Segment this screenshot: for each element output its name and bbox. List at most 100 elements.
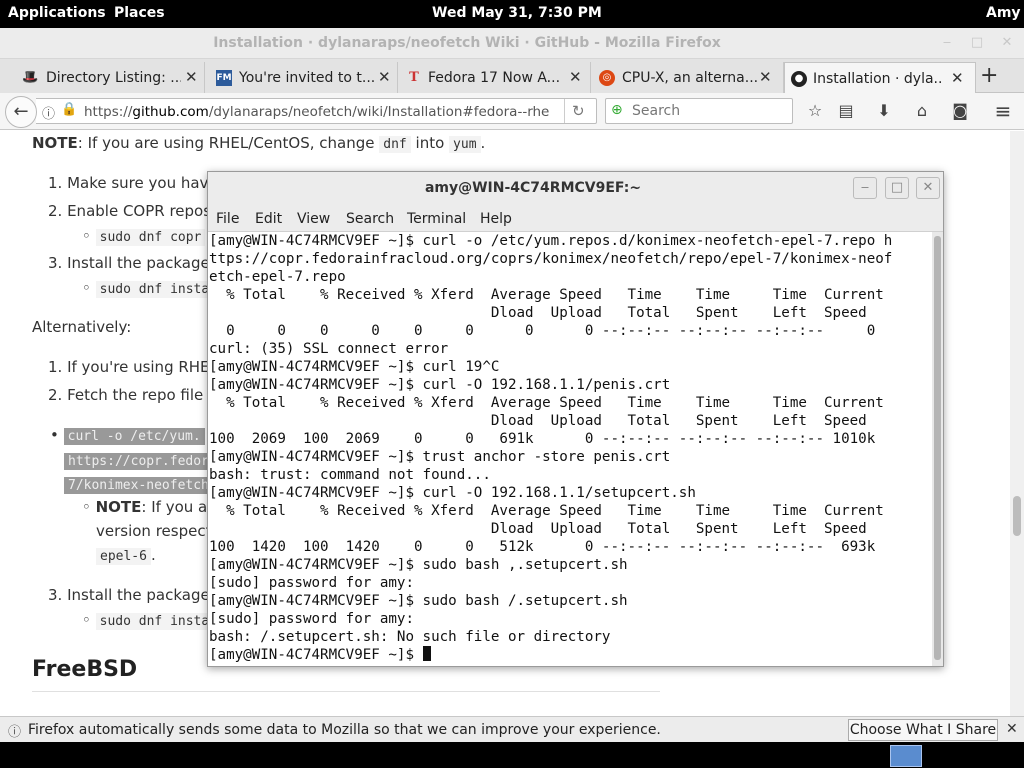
terminal-line: ttps://copr.fedorainfracloud.org/coprs/k… bbox=[209, 251, 893, 267]
tab-close-icon[interactable]: ✕ bbox=[185, 68, 198, 86]
tab-label: Directory Listing: ... bbox=[46, 70, 181, 86]
terminal-titlebar[interactable]: amy@WIN-4C74RMCV9EF:~ ‒ □ ✕ bbox=[208, 172, 943, 206]
search-icon: ⊕ bbox=[611, 102, 623, 118]
menu-terminal[interactable]: Terminal bbox=[407, 211, 466, 227]
terminal-line: 100 1420 100 1420 0 0 512k 0 --:--:-- --… bbox=[209, 539, 876, 555]
reload-icon[interactable]: ↻ bbox=[572, 102, 585, 120]
close-icon[interactable]: ✕ bbox=[998, 35, 1016, 51]
terminal-line: % Total % Received % Xferd Average Speed… bbox=[209, 395, 884, 411]
terminal-scrollbar[interactable] bbox=[932, 232, 943, 666]
places-menu[interactable]: Places bbox=[114, 5, 165, 21]
terminal-line: 0 0 0 0 0 0 0 0 --:--:-- --:--:-- --:--:… bbox=[209, 323, 876, 339]
freebsd-heading: FreeBSD bbox=[32, 657, 138, 682]
terminal-line: [amy@WIN-4C74RMCV9EF ~]$ curl -O 192.168… bbox=[209, 485, 696, 501]
clock[interactable]: Wed May 31, 7:30 PM bbox=[432, 5, 602, 21]
terminal-maximize-icon[interactable]: □ bbox=[885, 177, 909, 199]
tab-label: You're invited to t... bbox=[239, 70, 374, 86]
terminal-line: Dload Upload Total Spent Left Speed bbox=[209, 413, 867, 429]
applications-menu[interactable]: Applications bbox=[8, 5, 106, 21]
back-button[interactable]: ← bbox=[5, 96, 37, 128]
maximize-icon[interactable]: □ bbox=[968, 35, 986, 51]
terminal-line: bash: trust: command not found... bbox=[209, 467, 491, 483]
new-tab-icon[interactable]: + bbox=[980, 65, 998, 87]
menu-edit[interactable]: Edit bbox=[255, 211, 282, 227]
list-item: • curl -o /etc/yum. bbox=[50, 426, 205, 445]
tab-label: Fedora 17 Now A... bbox=[428, 70, 561, 86]
scrollbar-thumb[interactable] bbox=[934, 236, 941, 660]
tab-strip: 🎩 Directory Listing: ... ✕ FM You're inv… bbox=[0, 59, 1024, 93]
info-icon[interactable]: ⓘ bbox=[42, 103, 55, 122]
terminal-line: Dload Upload Total Spent Left Speed bbox=[209, 305, 867, 321]
search-bar[interactable]: ⊕ Search bbox=[605, 98, 793, 124]
terminal-line: 100 2069 100 2069 0 0 691k 0 --:--:-- --… bbox=[209, 431, 876, 447]
tab-installation[interactable]: ● Installation · dyla... ✕ bbox=[784, 62, 976, 93]
list-item: 2. Fetch the repo file bbox=[48, 386, 204, 404]
terminal-minimize-icon[interactable]: ‒ bbox=[853, 177, 877, 199]
fm-icon: FM bbox=[216, 70, 232, 86]
minimize-icon[interactable]: ‒ bbox=[938, 35, 956, 51]
list-item: ◦ sudo dnf insta bbox=[82, 279, 214, 298]
user-menu[interactable]: Amy bbox=[986, 5, 1021, 21]
tab-close-icon[interactable]: ✕ bbox=[951, 69, 964, 87]
terminal-line: Dload Upload Total Spent Left Speed bbox=[209, 521, 867, 537]
menu-search[interactable]: Search bbox=[346, 211, 394, 227]
reading-list-icon[interactable]: ▤ bbox=[835, 100, 857, 122]
download-icon[interactable]: ⬇ bbox=[873, 100, 895, 122]
list-item: ◦ sudo dnf copr bbox=[82, 227, 206, 246]
pocket-icon[interactable]: ◙ bbox=[949, 100, 971, 122]
tab-close-icon[interactable]: ✕ bbox=[378, 68, 391, 86]
firefox-titlebar: Installation · dylanaraps/neofetch Wiki … bbox=[0, 28, 1024, 59]
tab-cpux[interactable]: ◎ CPU-X, an alterna... ✕ bbox=[591, 62, 784, 93]
terminal-line: [amy@WIN-4C74RMCV9EF ~]$ curl -o /etc/yu… bbox=[209, 233, 893, 249]
terminal-line: % Total % Received % Xferd Average Speed… bbox=[209, 503, 884, 519]
window-title: Installation · dylanaraps/neofetch Wiki … bbox=[213, 35, 721, 51]
tab-invite[interactable]: FM You're invited to t... ✕ bbox=[205, 62, 398, 93]
terminal-line: bash: /.setupcert.sh: No such file or di… bbox=[209, 629, 611, 645]
bookmark-star-icon[interactable]: ☆ bbox=[804, 100, 826, 122]
tab-directory-listing[interactable]: 🎩 Directory Listing: ... ✕ bbox=[0, 62, 205, 93]
ubuntu-icon: ◎ bbox=[599, 70, 615, 86]
tab-fedora17[interactable]: T Fedora 17 Now A... ✕ bbox=[398, 62, 591, 93]
code-line: https://copr.fedor bbox=[64, 451, 213, 470]
terminal-cursor bbox=[422, 646, 431, 661]
list-item: epel-6. bbox=[96, 546, 156, 565]
terminal-window[interactable]: amy@WIN-4C74RMCV9EF:~ ‒ □ ✕ File Edit Vi… bbox=[207, 171, 944, 667]
notification-bar: ⓘ Firefox automatically sends some data … bbox=[0, 716, 1024, 742]
choose-what-i-share-button[interactable]: Choose What I Share bbox=[848, 719, 998, 741]
info-icon: ⓘ bbox=[8, 725, 22, 740]
tab-close-icon[interactable]: ✕ bbox=[569, 68, 582, 86]
search-input[interactable]: Search bbox=[632, 103, 680, 119]
url-bar[interactable]: ⓘ 🔒 https://github.com/dylanaraps/neofet… bbox=[36, 98, 597, 124]
home-icon[interactable]: ⌂ bbox=[911, 100, 933, 122]
hamburger-menu-icon[interactable]: ≡ bbox=[992, 100, 1014, 122]
code-line: 7/konimex-neofetch bbox=[64, 475, 213, 494]
menu-view[interactable]: View bbox=[297, 211, 330, 227]
list-item: 1. Make sure you have bbox=[48, 174, 218, 192]
notification-text: Firefox automatically sends some data to… bbox=[28, 722, 661, 738]
github-icon: ● bbox=[791, 71, 807, 87]
list-item: ◦ NOTE: If you ar bbox=[82, 498, 214, 516]
tab-label: Installation · dyla... bbox=[813, 71, 943, 87]
terminal-line: [amy@WIN-4C74RMCV9EF ~]$ sudo bash /.set… bbox=[209, 593, 628, 609]
menu-file[interactable]: File bbox=[216, 211, 239, 227]
list-item: 3. Install the package bbox=[48, 586, 210, 604]
terminal-close-icon[interactable]: ✕ bbox=[916, 177, 940, 199]
terminal-line: [amy@WIN-4C74RMCV9EF ~]$ trust anchor -s… bbox=[209, 449, 671, 465]
url-text[interactable]: https://github.com/dylanaraps/neofetch/w… bbox=[84, 104, 604, 120]
workspace-switcher[interactable] bbox=[890, 745, 922, 767]
list-item: 1. If you're using RHEL bbox=[48, 358, 218, 376]
menu-help[interactable]: Help bbox=[480, 211, 512, 227]
tab-close-icon[interactable]: ✕ bbox=[759, 68, 772, 86]
lock-icon[interactable]: 🔒 bbox=[61, 102, 77, 117]
bottom-panel bbox=[0, 742, 1024, 768]
terminal-line: [amy@WIN-4C74RMCV9EF ~]$ curl 19^C bbox=[209, 359, 500, 375]
terminal-line: % Total % Received % Xferd Average Speed… bbox=[209, 287, 884, 303]
terminal-output[interactable]: [amy@WIN-4C74RMCV9EF ~]$ curl -o /etc/yu… bbox=[209, 232, 933, 666]
list-item: 2. Enable COPR repos bbox=[48, 202, 212, 220]
list-item: 3. Install the package bbox=[48, 254, 210, 272]
page-scrollbar[interactable] bbox=[1010, 131, 1024, 716]
scrollbar-thumb[interactable] bbox=[1013, 496, 1021, 536]
terminal-line: curl: (35) SSL connect error bbox=[209, 341, 449, 357]
terminal-line: etch-epel-7.repo bbox=[209, 269, 346, 285]
close-icon[interactable]: ✕ bbox=[1006, 721, 1018, 737]
